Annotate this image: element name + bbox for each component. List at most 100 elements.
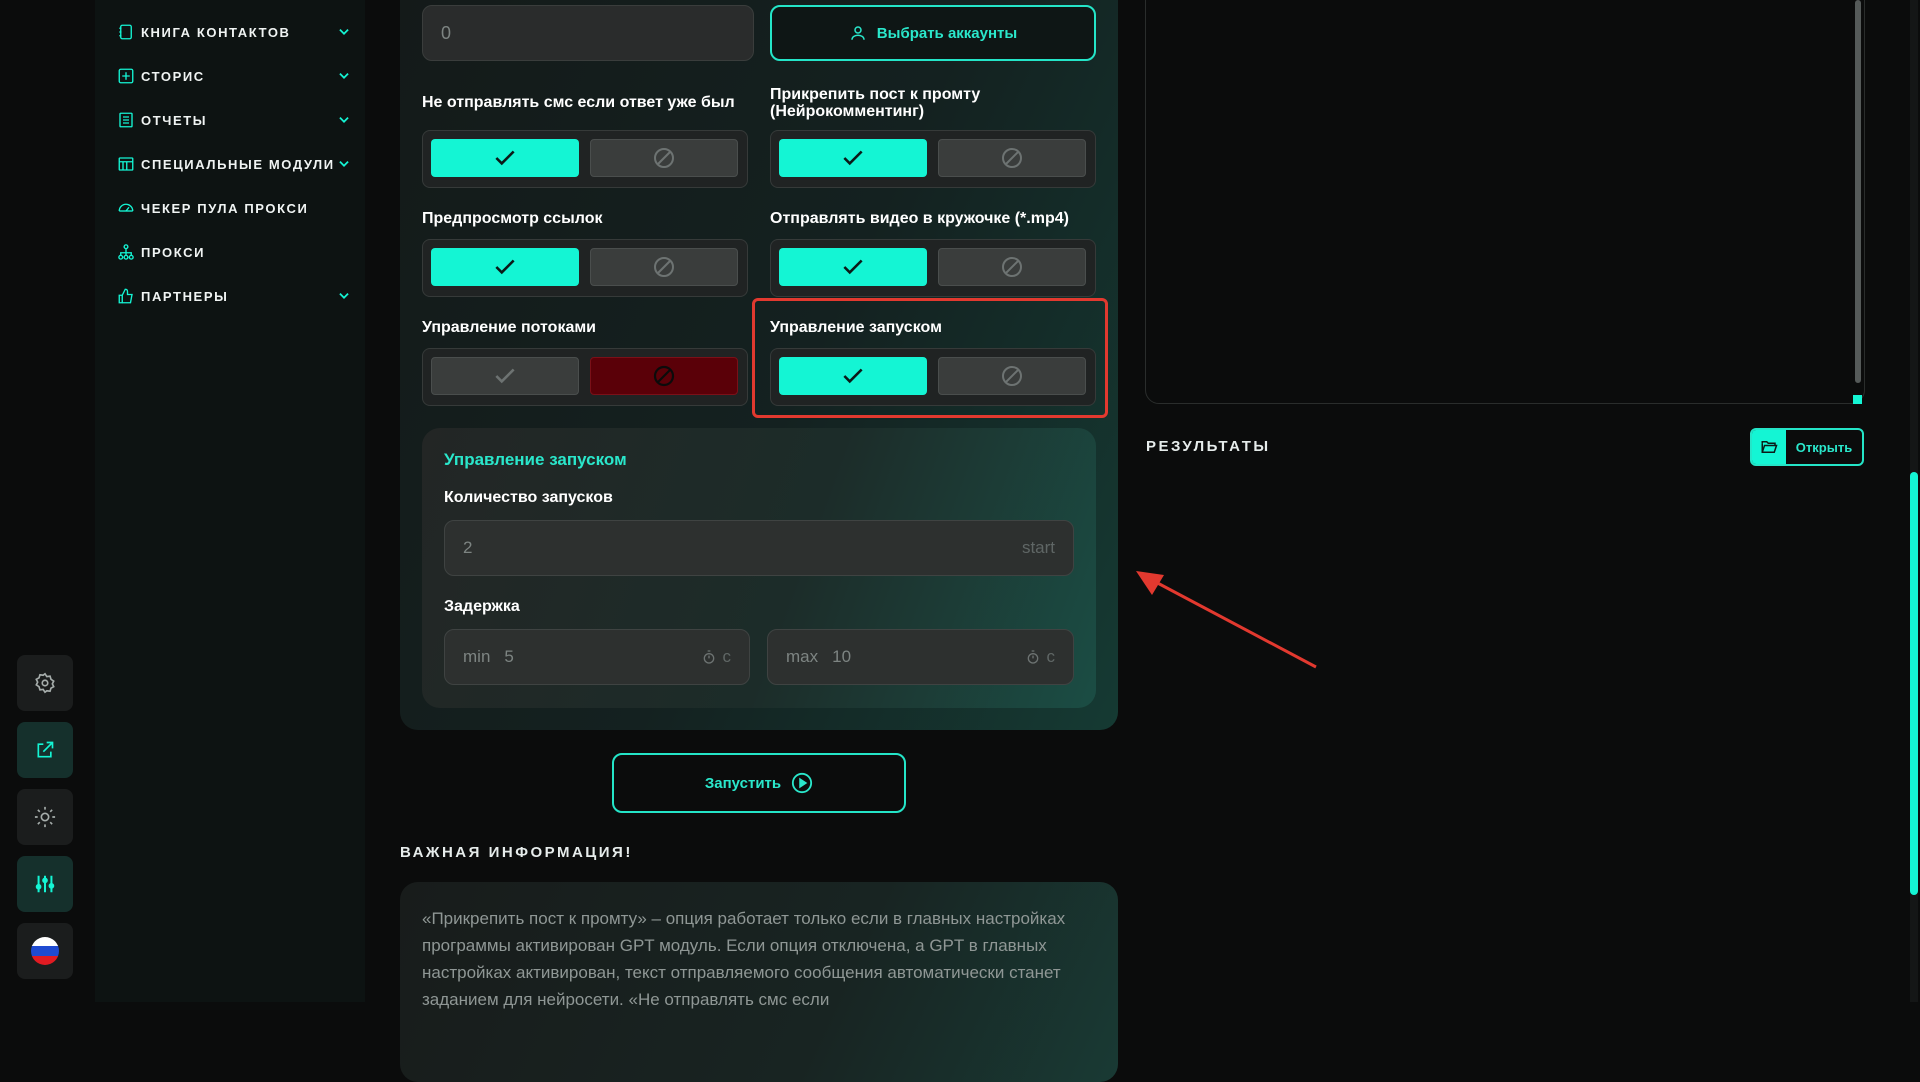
- sidebar: КНИГА КОНТАКТОВ СТОРИС ОТЧЕТЫ СПЕЦИАЛЬНЫ…: [95, 0, 365, 1002]
- sidebar-item-proxy[interactable]: ПРОКСИ: [117, 240, 357, 264]
- toggle-off-button[interactable]: [938, 357, 1086, 395]
- language-button[interactable]: [17, 923, 73, 979]
- toggle-thread-control: [422, 348, 748, 406]
- block-icon: [1002, 366, 1022, 386]
- option-label: Управление потоками: [422, 319, 597, 336]
- open-results-button[interactable]: Открыть: [1750, 428, 1864, 466]
- runs-count-input[interactable]: 2 start: [444, 520, 1074, 576]
- count-input[interactable]: 0: [422, 5, 754, 61]
- modules-icon: [118, 157, 134, 171]
- sun-icon: [34, 806, 56, 828]
- resize-handle[interactable]: [1853, 395, 1862, 404]
- chevron-down-icon[interactable]: [337, 25, 351, 39]
- info-heading: ВАЖНАЯ ИНФОРМАЦИЯ!: [400, 844, 633, 861]
- block-icon: [1002, 148, 1022, 168]
- sidebar-item-label: ОТЧЕТЫ: [141, 112, 208, 128]
- block-icon: [654, 148, 674, 168]
- icon-rail: [0, 0, 95, 1002]
- option-label: Не отправлять смс если ответ уже был: [422, 94, 735, 111]
- delay-min-input[interactable]: min 5 с: [444, 629, 750, 685]
- launch-control-title: Управление запуском: [444, 450, 627, 469]
- chevron-down-icon[interactable]: [337, 113, 351, 127]
- toggle-launch-control: [770, 348, 1096, 406]
- chevron-down-icon[interactable]: [337, 157, 351, 171]
- sidebar-item-label: КНИГА КОНТАКТОВ: [141, 24, 291, 40]
- sidebar-item-proxy-checker[interactable]: ЧЕКЕР ПУЛА ПРОКСИ: [117, 196, 357, 220]
- page-scrollbar[interactable]: [1910, 472, 1918, 895]
- launch-label: Запустить: [704, 774, 782, 792]
- toggle-video-circle: [770, 239, 1096, 297]
- annotation-arrow-icon: [1136, 571, 1317, 669]
- launch-button[interactable]: Запустить: [612, 753, 906, 813]
- theme-button[interactable]: [17, 789, 73, 845]
- info-text: «Прикрепить пост к промту» – опция работ…: [422, 909, 1066, 1009]
- block-icon: [654, 257, 674, 277]
- gauge-icon: [118, 203, 134, 212]
- sidebar-item-stories[interactable]: СТОРИС: [117, 64, 357, 88]
- block-icon: [1002, 257, 1022, 277]
- min-value: 5: [504, 647, 514, 666]
- external-link-icon: [37, 741, 54, 758]
- check-icon: [843, 150, 863, 166]
- toggle-on-button[interactable]: [431, 357, 579, 395]
- toggle-off-button[interactable]: [938, 248, 1086, 286]
- select-accounts-button[interactable]: Выбрать аккаунты: [770, 5, 1096, 61]
- toggle-on-button[interactable]: [779, 139, 927, 177]
- toggle-on-button[interactable]: [431, 139, 579, 177]
- plus-square-icon: [118, 68, 134, 84]
- runs-value: 2: [463, 538, 473, 557]
- toggle-off-button[interactable]: [938, 139, 1086, 177]
- sidebar-item-label: СТОРИС: [141, 68, 205, 84]
- toggle-on-button[interactable]: [779, 248, 927, 286]
- external-link-button[interactable]: [17, 722, 73, 778]
- stopwatch-icon: [703, 650, 714, 664]
- toggle-off-button[interactable]: [590, 139, 738, 177]
- unit-label: с: [1046, 647, 1056, 666]
- gear-icon: [35, 672, 55, 694]
- settings-button[interactable]: [17, 655, 73, 711]
- delay-label: Задержка: [444, 598, 520, 615]
- user-icon: [851, 26, 865, 40]
- max-value: 10: [832, 647, 852, 666]
- toggle-no-sms-if-replied: [422, 130, 748, 188]
- log-scrollbar[interactable]: [1855, 0, 1861, 383]
- sliders-button[interactable]: [17, 856, 73, 912]
- toggle-off-button[interactable]: [590, 248, 738, 286]
- toggle-off-button[interactable]: [590, 357, 738, 395]
- network-icon: [118, 244, 134, 260]
- toggle-attach-post: [770, 130, 1096, 188]
- stopwatch-icon: [1027, 650, 1038, 664]
- max-prefix: max: [786, 647, 819, 666]
- open-label: Открыть: [1795, 439, 1853, 455]
- sidebar-item-special-modules[interactable]: СПЕЦИАЛЬНЫЕ МОДУЛИ: [117, 152, 357, 176]
- option-label: Управление запуском: [770, 319, 942, 336]
- report-icon: [119, 112, 133, 128]
- log-textarea[interactable]: [1145, 0, 1865, 404]
- sidebar-item-partners[interactable]: ПАРТНЕРЫ: [117, 284, 357, 308]
- contacts-book-icon: [119, 24, 132, 40]
- results-heading: РЕЗУЛЬТАТЫ: [1146, 438, 1271, 455]
- chevron-down-icon[interactable]: [337, 289, 351, 303]
- check-icon: [843, 368, 863, 384]
- sidebar-item-label: ПАРТНЕРЫ: [141, 288, 229, 304]
- min-prefix: min: [463, 647, 491, 666]
- check-icon: [843, 259, 863, 275]
- thumbs-up-icon: [118, 288, 133, 304]
- play-circle-icon: [792, 772, 813, 794]
- chevron-down-icon[interactable]: [337, 69, 351, 83]
- check-icon: [495, 150, 515, 166]
- sidebar-item-reports[interactable]: ОТЧЕТЫ: [117, 108, 357, 132]
- option-label: Предпросмотр ссылок: [422, 210, 603, 227]
- sidebar-item-contacts[interactable]: КНИГА КОНТАКТОВ: [117, 20, 357, 44]
- select-accounts-label: Выбрать аккаунты: [876, 24, 1018, 42]
- toggle-on-button[interactable]: [431, 248, 579, 286]
- toggle-on-button[interactable]: [779, 357, 927, 395]
- unit-label: с: [722, 647, 732, 666]
- block-icon: [653, 365, 675, 387]
- delay-max-input[interactable]: max 10 с: [767, 629, 1074, 685]
- russia-flag-icon: [31, 937, 59, 965]
- option-label: Прикрепить пост к промту (Нейрокомментин…: [770, 86, 981, 120]
- sliders-icon: [35, 875, 55, 893]
- sidebar-item-label: СПЕЦИАЛЬНЫЕ МОДУЛИ: [141, 156, 335, 172]
- runs-label: Количество запусков: [444, 489, 613, 506]
